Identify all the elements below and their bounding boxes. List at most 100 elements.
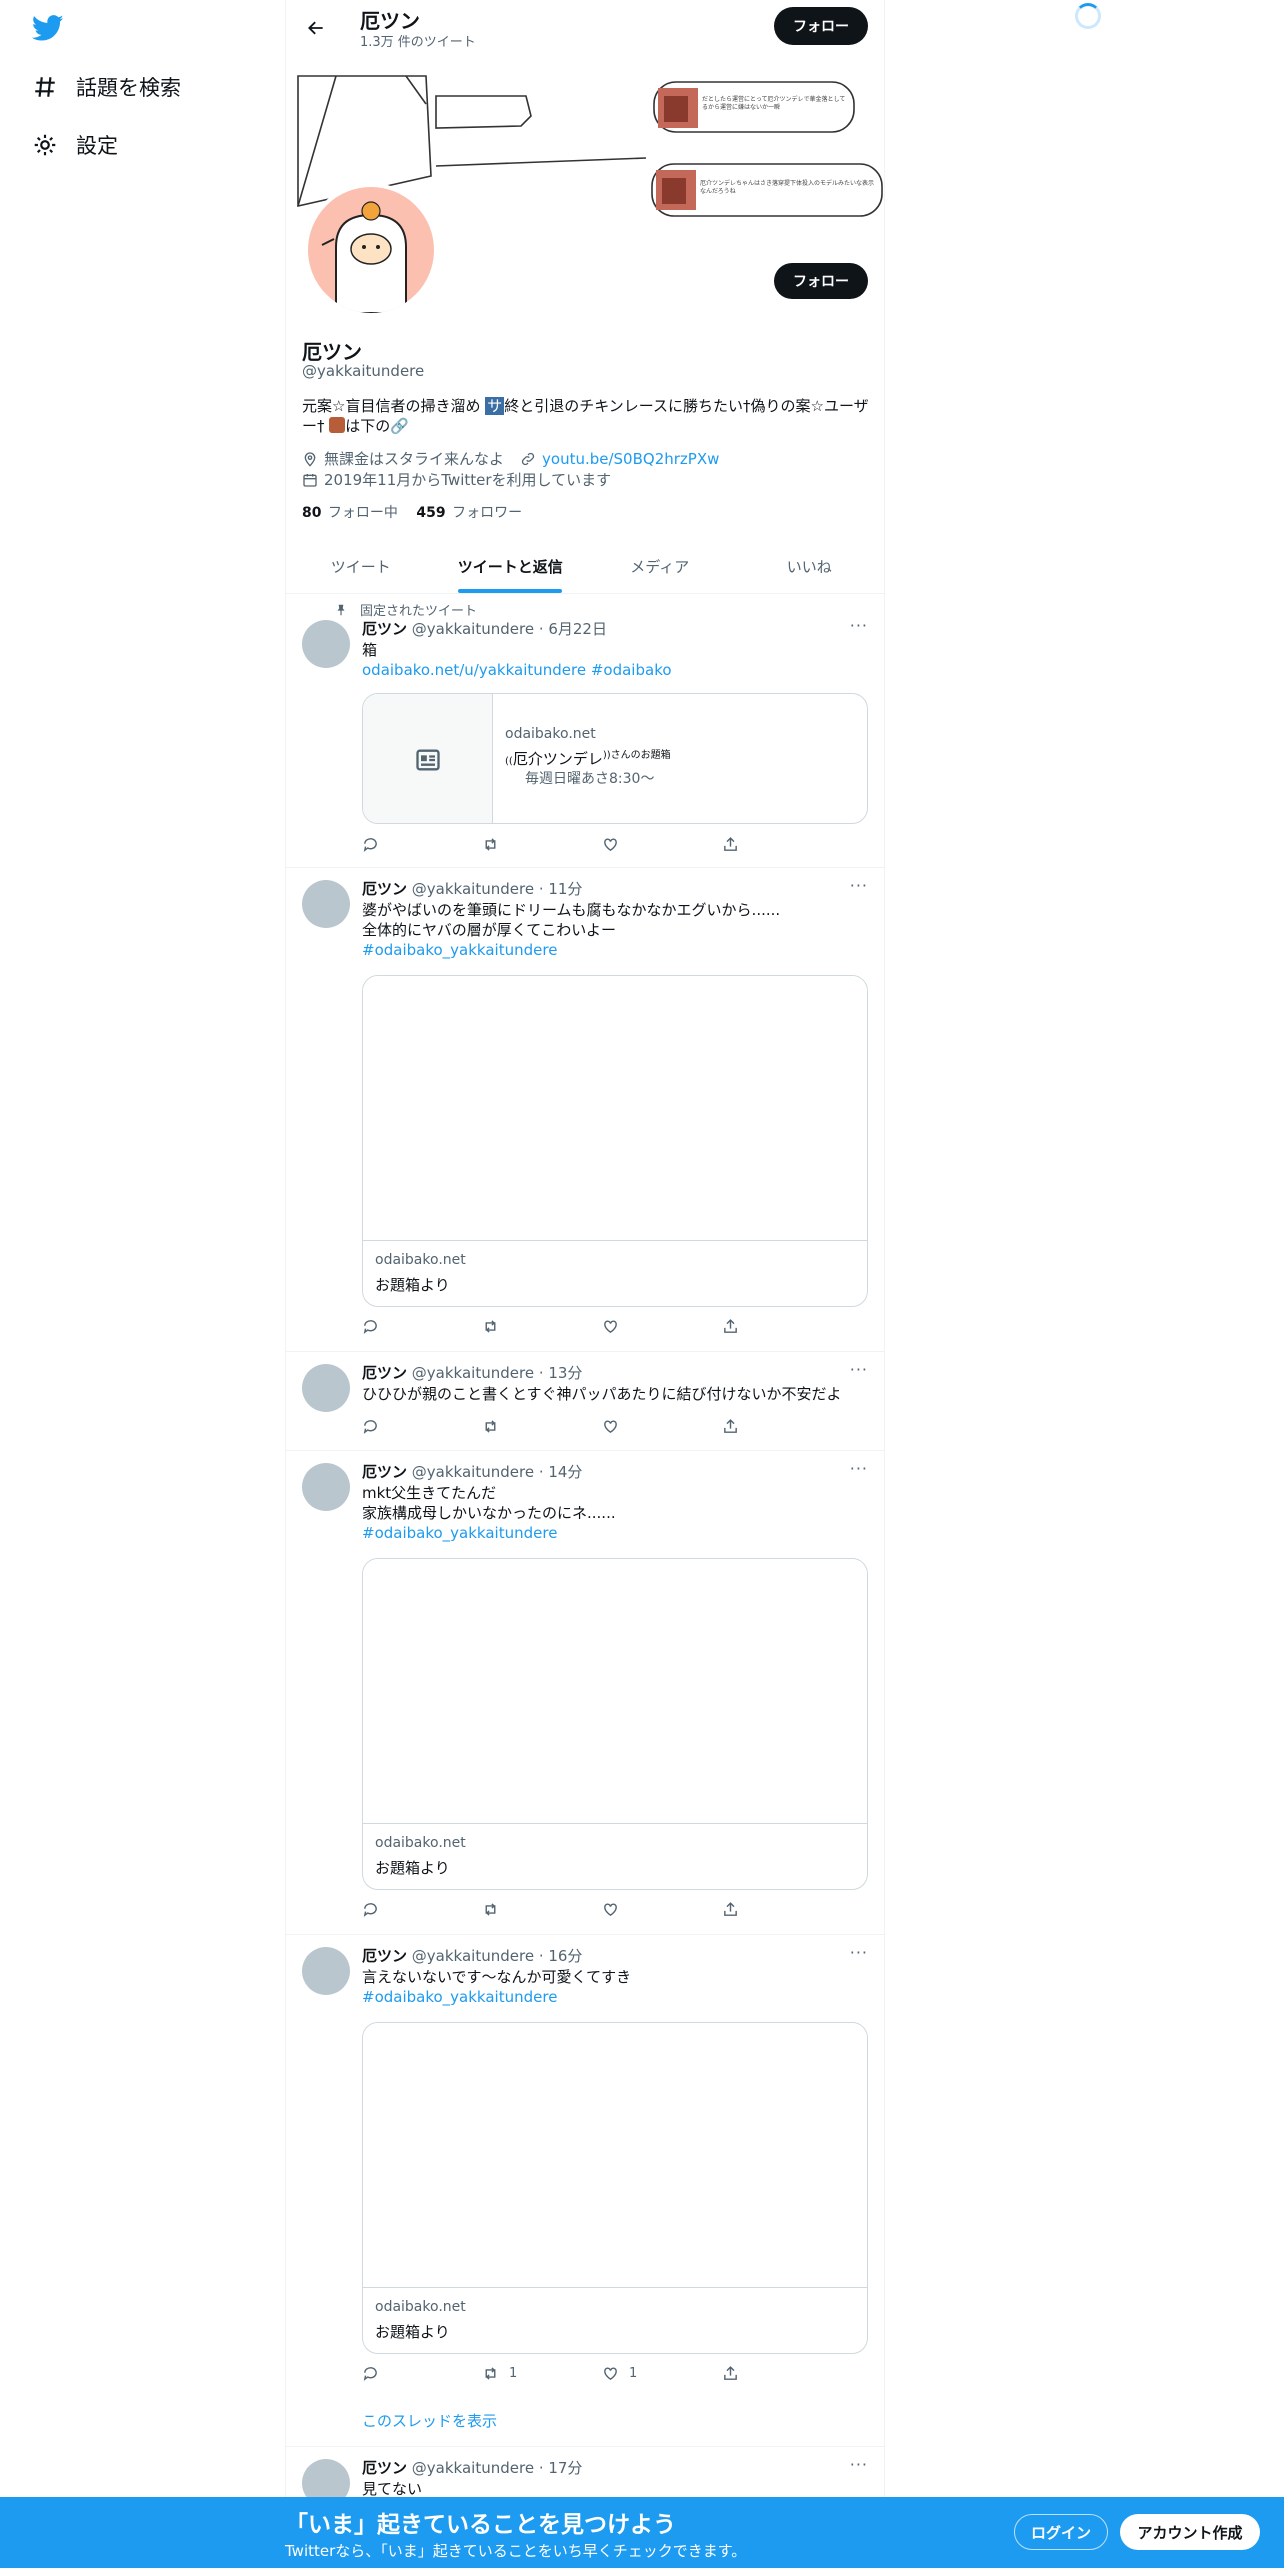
tweet-item[interactable]: 固定されたツイート 厄ツン @yakkaitundere · 6月22日 ···…: [286, 594, 884, 868]
link-card[interactable]: odaibako.net ((厄介ツンデレ))さんのお題箱 毎週日曜あさ8:30…: [362, 693, 868, 824]
profile-follow-button[interactable]: フォロー: [774, 263, 868, 299]
followers-link[interactable]: 459 フォロワー: [416, 505, 522, 521]
tweet-author[interactable]: 厄ツン: [362, 880, 407, 898]
tab-media[interactable]: メディア: [585, 540, 735, 593]
followers-label: フォロワー: [452, 505, 523, 521]
following-link[interactable]: 80 フォロー中: [302, 505, 398, 521]
tab-likes[interactable]: いいね: [735, 540, 885, 593]
nav-explore[interactable]: 話題を検索: [32, 72, 181, 102]
login-button[interactable]: ログイン: [1014, 2514, 1108, 2550]
article-icon: [415, 749, 440, 770]
more-options-icon[interactable]: ···: [850, 876, 868, 895]
share-button[interactable]: [722, 1318, 802, 1335]
avatar[interactable]: [302, 880, 350, 928]
share-button[interactable]: [722, 2365, 802, 2382]
share-icon: [724, 837, 737, 851]
banner-note-2: 厄介ツンデレちゃんはさき落穿提下体投入のモデルみたいな表示なんだろうね: [700, 180, 875, 195]
retweet-button[interactable]: [482, 1418, 562, 1435]
tweet-meta: @yakkaitundere · 13分: [411, 1364, 583, 1382]
tweet-hashtag-line: #odaibako_yakkaitundere: [362, 1523, 867, 1543]
profile-header-bar: 厄ツン 1.3万 件のツイート フォロー: [286, 0, 884, 56]
card-title: お題箱より: [375, 1859, 450, 1877]
tweet-hashtag[interactable]: #odaibako_yakkaitundere: [362, 1988, 557, 2006]
nav-settings[interactable]: 設定: [32, 130, 118, 160]
tweet-hashtag-line: #odaibako_yakkaitundere: [362, 1987, 867, 2007]
retweet-button[interactable]: [482, 1901, 562, 1918]
tweet-author[interactable]: 厄ツン: [362, 1947, 407, 1965]
link-card[interactable]: odaibako.net お題箱より: [362, 975, 868, 1307]
tweet-hashtag[interactable]: #odaibako_yakkaitundere: [362, 941, 557, 959]
share-button[interactable]: [722, 1901, 802, 1918]
avatar[interactable]: [302, 620, 350, 668]
more-options-icon[interactable]: ···: [850, 1459, 868, 1478]
tab-tweets-replies[interactable]: ツイートと返信: [436, 540, 586, 593]
share-button[interactable]: [722, 1418, 802, 1435]
avatar[interactable]: [302, 1364, 350, 1412]
location-pin-icon: [304, 451, 316, 467]
retweet-button[interactable]: 1: [482, 2365, 562, 2382]
tweet-item[interactable]: 厄ツン @yakkaitundere · 14分 ··· mkt父生きてたんだ …: [286, 1451, 884, 1935]
tweet-text: 言えないないです～なんか可愛くてすき: [362, 1968, 632, 1986]
share-icon: [724, 1902, 737, 1916]
tweet-author[interactable]: 厄ツン: [362, 620, 407, 638]
card-domain: odaibako.net: [375, 1252, 466, 1268]
avatar[interactable]: [302, 1947, 350, 1995]
tweet-text: ひひひが親のこと書くとすぐ神パッパあたりに結び付けないか不安だよ: [362, 1385, 842, 1403]
signup-button[interactable]: アカウント作成: [1120, 2514, 1260, 2550]
more-options-icon[interactable]: ···: [850, 1943, 868, 1962]
profile-handle: @yakkaitundere: [302, 362, 425, 380]
tweet-link: odaibako.net/u/yakkaitundere #odaibako: [362, 660, 867, 680]
more-options-icon[interactable]: ···: [850, 1360, 868, 1379]
reply-button[interactable]: [362, 836, 442, 853]
avatar[interactable]: [302, 1463, 350, 1511]
profile-link[interactable]: youtu.be/S0BQ2hrzPXw: [542, 450, 719, 468]
share-button[interactable]: [722, 836, 802, 853]
tweet-item[interactable]: 厄ツン @yakkaitundere · 16分 ··· 言えないないです～なん…: [286, 1935, 884, 2447]
signup-banner: 「いま」起きていることを見つけよう Twitterなら、「いま」起きていることを…: [0, 2497, 1284, 2568]
card-media: [363, 2023, 867, 2288]
tweet-hashtag[interactable]: #odaibako_yakkaitundere: [362, 1524, 557, 1542]
profile-joined-row: 2019年11月からTwitterを利用しています: [302, 469, 611, 490]
back-button[interactable]: [302, 14, 330, 42]
profile-bio: 元案☆盲目信者の掃き溜め サ終と引退のチキンレースに勝ちたい†偽りの案☆ユーザー…: [302, 396, 872, 436]
header-follow-button[interactable]: フォロー: [774, 7, 868, 45]
heart-icon: [604, 838, 617, 852]
tweet-author[interactable]: 厄ツン: [362, 2459, 407, 2477]
heart-icon: [604, 1903, 617, 1917]
tweet-link-text[interactable]: odaibako.net/u/yakkaitundere #odaibako: [362, 661, 672, 679]
like-button[interactable]: [602, 1318, 682, 1335]
tweet-item[interactable]: 厄ツン @yakkaitundere · 11分 ··· 婆がやばいのを筆頭にド…: [286, 868, 884, 1352]
reply-icon: [363, 2367, 377, 2381]
like-button[interactable]: [602, 1418, 682, 1435]
retweet-button[interactable]: [482, 1318, 562, 1335]
link-card[interactable]: odaibako.net お題箱より: [362, 2022, 868, 2354]
tweet-text: 見てない: [362, 2480, 423, 2498]
tweet-author[interactable]: 厄ツン: [362, 1463, 407, 1481]
like-button[interactable]: [602, 1901, 682, 1918]
profile-avatar[interactable]: [304, 183, 438, 317]
tweet-text: mkt父生きてたんだ: [362, 1484, 497, 1502]
reply-button[interactable]: [362, 1901, 442, 1918]
tweet-header: 厄ツン @yakkaitundere · 14分: [362, 1461, 582, 1482]
tweet-item[interactable]: 厄ツン @yakkaitundere · 13分 ··· ひひひが親のこと書くと…: [286, 1352, 884, 1451]
profile-meta-row: 無課金はスタライ来んなよ youtu.be/S0BQ2hrzPXw: [302, 448, 719, 469]
pin-icon: [337, 604, 345, 615]
ghost-character-icon: [321, 201, 407, 313]
reply-button[interactable]: [362, 1418, 442, 1435]
link-card[interactable]: odaibako.net お題箱より: [362, 1558, 868, 1890]
twitter-logo-icon[interactable]: [32, 12, 64, 44]
more-options-icon[interactable]: ···: [850, 616, 868, 635]
card-domain: odaibako.net: [375, 2299, 466, 2315]
tweet-author[interactable]: 厄ツン: [362, 1364, 407, 1382]
more-options-icon[interactable]: ···: [850, 2455, 868, 2474]
reply-icon: [363, 1320, 377, 1334]
tab-tweets[interactable]: ツイート: [286, 540, 436, 593]
show-thread-line: このスレッドを表示: [362, 2411, 867, 2431]
show-thread-link[interactable]: このスレッドを表示: [362, 2412, 497, 2430]
like-button[interactable]: 1: [602, 2365, 682, 2382]
profile-name: 厄ツン: [302, 340, 362, 364]
reply-button[interactable]: [362, 2365, 442, 2382]
like-button[interactable]: [602, 836, 682, 853]
retweet-button[interactable]: [482, 836, 562, 853]
reply-button[interactable]: [362, 1318, 442, 1335]
